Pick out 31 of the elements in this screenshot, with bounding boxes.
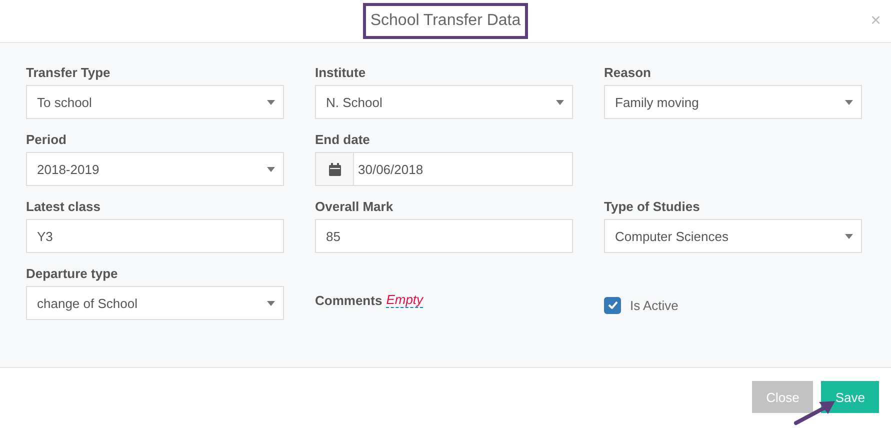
field-label: Type of Studies [604, 199, 701, 213]
field-label: Overall Mark [315, 199, 394, 213]
select-field[interactable]: change of School [26, 286, 284, 320]
input-field[interactable]: 85 [315, 219, 573, 253]
caret-icon [267, 100, 275, 105]
field-label: Departure type [26, 266, 119, 280]
date-field[interactable]: 30/06/2018 [315, 152, 573, 186]
select-field[interactable]: Family moving [604, 85, 862, 119]
dialog-title: School Transfer Data [363, 3, 528, 39]
calendar-icon [328, 162, 340, 176]
input-field[interactable]: Y3 [26, 219, 284, 253]
field-label: Period [26, 132, 68, 146]
field-label: Latest class [26, 199, 102, 213]
field-label: End date [315, 132, 371, 146]
empty-link[interactable]: Empty [386, 292, 424, 308]
caret-icon [845, 100, 853, 105]
caret-icon [267, 301, 275, 306]
select-field[interactable]: To school [26, 85, 284, 119]
field-label: Institute [315, 65, 367, 79]
check-icon [608, 301, 618, 309]
checkbox[interactable] [604, 296, 621, 314]
caret-icon [845, 234, 853, 239]
checkbox-label: Is Active [630, 298, 678, 312]
field-label: Comments [315, 292, 382, 308]
caret-icon [267, 167, 275, 172]
select-field[interactable]: Computer Sciences [604, 219, 862, 253]
caret-icon [556, 100, 564, 105]
select-field[interactable]: 2018-2019 [26, 152, 284, 186]
field-label: Transfer Type [26, 65, 112, 79]
field-label: Reason [604, 65, 652, 79]
select-field[interactable]: N. School [315, 85, 573, 119]
